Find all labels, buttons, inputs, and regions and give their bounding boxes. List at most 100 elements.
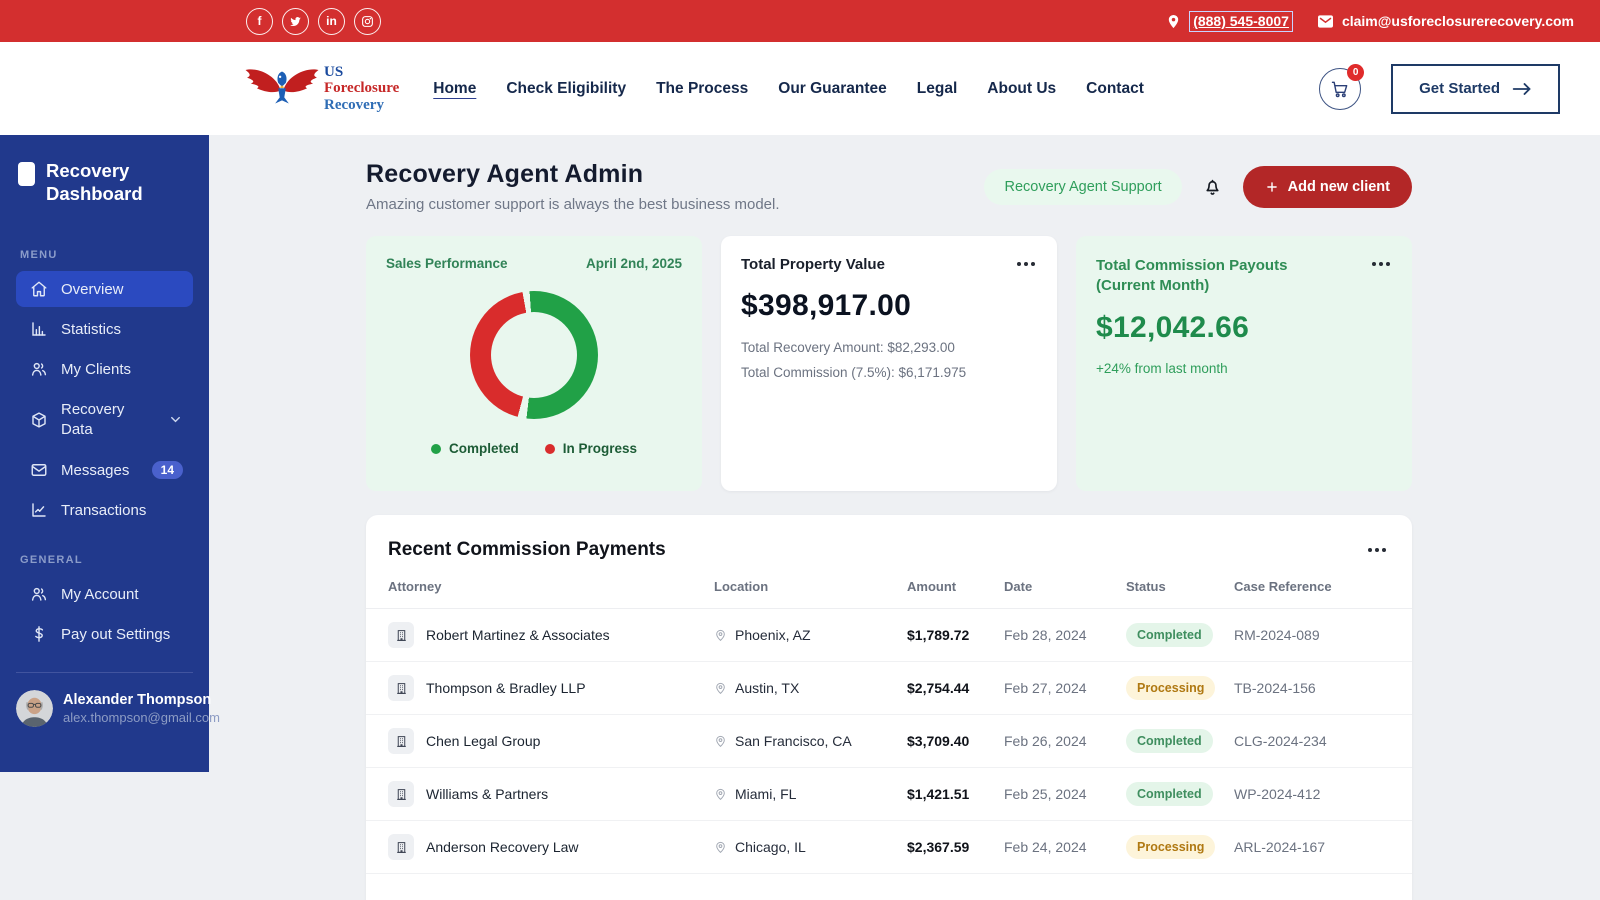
table-title: Recent Commission Payments bbox=[388, 539, 666, 561]
building-icon bbox=[388, 728, 414, 754]
nav-item[interactable]: Contact bbox=[1086, 80, 1144, 98]
plus-icon bbox=[1265, 180, 1279, 194]
location-text: Miami, FL bbox=[735, 786, 796, 802]
attorney-name: Anderson Recovery Law bbox=[426, 839, 579, 855]
recent-commission-payments-card: Recent Commission Payments AttorneyLocat… bbox=[366, 515, 1412, 900]
email-address[interactable]: claim@usforeclosurerecovery.com bbox=[1342, 13, 1574, 29]
case-reference: CLG-2024-234 bbox=[1234, 733, 1390, 749]
commission-delta: +24% from last month bbox=[1096, 361, 1392, 376]
date: Feb 28, 2024 bbox=[1004, 627, 1126, 643]
sidebar-brand-label: Recovery Dashboard bbox=[46, 159, 191, 205]
location-text: San Francisco, CA bbox=[735, 733, 852, 749]
more-options-icon[interactable] bbox=[1013, 258, 1039, 270]
attorney-name: Thompson & Bradley LLP bbox=[426, 680, 586, 696]
nav-item[interactable]: Check Eligibility bbox=[506, 80, 626, 98]
nav-item[interactable]: About Us bbox=[987, 80, 1056, 98]
legend-dot-icon bbox=[431, 444, 441, 454]
legend-dot-icon bbox=[545, 444, 555, 454]
date: Feb 26, 2024 bbox=[1004, 733, 1126, 749]
table-row[interactable]: Anderson Recovery Law Chicago, IL $2,367… bbox=[366, 821, 1412, 874]
sidebar-general: My Account Pay out Settings bbox=[0, 576, 209, 652]
facebook-icon[interactable]: f bbox=[246, 8, 273, 35]
case-reference: TB-2024-156 bbox=[1234, 680, 1390, 696]
add-new-client-button[interactable]: Add new client bbox=[1243, 166, 1412, 208]
topbar: f in (888) 545-8007 claim@usforeclosurer… bbox=[0, 0, 1600, 42]
date: Feb 24, 2024 bbox=[1004, 839, 1126, 855]
table-row[interactable]: Chen Legal Group San Francisco, CA $3,70… bbox=[366, 715, 1412, 768]
sidebar-menu: Overview Statistics My Clients bbox=[0, 271, 209, 528]
cart-icon bbox=[1330, 79, 1350, 99]
trend-icon bbox=[30, 501, 48, 519]
table-row[interactable]: Robert Martinez & Associates Phoenix, AZ… bbox=[366, 609, 1412, 662]
twitter-icon[interactable] bbox=[282, 8, 309, 35]
location-text: Phoenix, AZ bbox=[735, 627, 811, 643]
status-badge: Processing bbox=[1126, 835, 1215, 859]
user-profile[interactable]: Alexander Thompson alex.thompson@gmail.c… bbox=[0, 673, 209, 727]
logo[interactable]: US Foreclosure Recovery bbox=[244, 63, 399, 115]
arrow-right-icon bbox=[1512, 81, 1532, 97]
sidebar-item[interactable]: Statistics bbox=[16, 311, 193, 347]
get-started-button[interactable]: Get Started bbox=[1391, 64, 1560, 114]
table-row[interactable]: Thompson & Bradley LLP Austin, TX $2,754… bbox=[366, 662, 1412, 715]
table-body: Robert Martinez & Associates Phoenix, AZ… bbox=[366, 609, 1412, 874]
sales-donut bbox=[470, 291, 598, 419]
chevron-down-icon[interactable] bbox=[168, 412, 183, 427]
location-pin-icon bbox=[1166, 14, 1181, 29]
user-email: alex.thompson@gmail.com bbox=[63, 710, 220, 725]
dashboard-logo-icon bbox=[18, 162, 35, 186]
map-pin-icon bbox=[714, 682, 727, 695]
eagle-logo-icon bbox=[244, 63, 320, 115]
sidebar-item[interactable]: Pay out Settings bbox=[16, 616, 193, 652]
amount: $2,754.44 bbox=[907, 680, 1004, 696]
stats-icon bbox=[30, 320, 48, 338]
location-text: Chicago, IL bbox=[735, 839, 806, 855]
package-icon bbox=[30, 411, 48, 429]
dollar-icon bbox=[30, 625, 48, 643]
sidebar-item[interactable]: My Account bbox=[16, 576, 193, 612]
users-icon bbox=[30, 360, 48, 378]
nav-item[interactable]: Our Guarantee bbox=[778, 80, 887, 98]
users-icon bbox=[30, 585, 48, 603]
home-icon bbox=[30, 280, 48, 298]
nav-item[interactable]: Legal bbox=[917, 80, 957, 98]
page-title: Recovery Agent Admin bbox=[366, 160, 780, 189]
nav-item[interactable]: The Process bbox=[656, 80, 748, 98]
mail-icon bbox=[1317, 14, 1334, 29]
logo-text: US Foreclosure Recovery bbox=[324, 64, 399, 114]
case-reference: WP-2024-412 bbox=[1234, 786, 1390, 802]
sidebar-item[interactable]: Messages 14 bbox=[16, 452, 193, 488]
sidebar-item[interactable]: My Clients bbox=[16, 351, 193, 387]
property-card-title: Total Property Value bbox=[741, 256, 1037, 273]
cart-button[interactable]: 0 bbox=[1319, 68, 1361, 110]
sales-card-title: Sales Performance bbox=[386, 256, 508, 271]
total-property-value-card: Total Property Value $398,917.00 Total R… bbox=[721, 236, 1057, 491]
sales-card-date: April 2nd, 2025 bbox=[586, 256, 682, 271]
amount: $2,367.59 bbox=[907, 839, 1004, 855]
sidebar-item[interactable]: Recovery Data bbox=[16, 391, 193, 448]
status-badge: Completed bbox=[1126, 729, 1213, 753]
nav-item[interactable]: Home bbox=[433, 80, 476, 98]
column-header: Date bbox=[1004, 579, 1126, 594]
recovery-amount-line: Total Recovery Amount: $82,293.00 bbox=[741, 340, 1037, 355]
table-row[interactable]: Williams & Partners Miami, FL $1,421.51 … bbox=[366, 768, 1412, 821]
instagram-icon[interactable] bbox=[354, 8, 381, 35]
notification-bell-icon[interactable] bbox=[1202, 176, 1223, 198]
linkedin-icon[interactable]: in bbox=[318, 8, 345, 35]
status-badge: Processing bbox=[1126, 676, 1215, 700]
more-options-icon[interactable] bbox=[1364, 544, 1390, 556]
sidebar-item[interactable]: Transactions bbox=[16, 492, 193, 528]
table-header-row: AttorneyLocationAmountDateStatusCase Ref… bbox=[366, 565, 1412, 609]
email-link[interactable]: claim@usforeclosurerecovery.com bbox=[1317, 13, 1574, 29]
support-pill[interactable]: Recovery Agent Support bbox=[984, 169, 1181, 205]
sidebar-item[interactable]: Overview bbox=[16, 271, 193, 307]
phone-link[interactable]: (888) 545-8007 bbox=[1166, 11, 1293, 32]
legend-item: In Progress bbox=[545, 441, 637, 456]
more-options-icon[interactable] bbox=[1368, 258, 1394, 270]
location-text: Austin, TX bbox=[735, 680, 799, 696]
sidebar: Recovery Dashboard MENU Overview Statist… bbox=[0, 135, 209, 772]
column-header: Status bbox=[1126, 579, 1234, 594]
phone-number[interactable]: (888) 545-8007 bbox=[1189, 11, 1293, 32]
social-links: f in bbox=[246, 8, 381, 35]
main-nav: Home Check Eligibility The Process Our G… bbox=[433, 80, 1144, 98]
legend-item: Completed bbox=[431, 441, 519, 456]
